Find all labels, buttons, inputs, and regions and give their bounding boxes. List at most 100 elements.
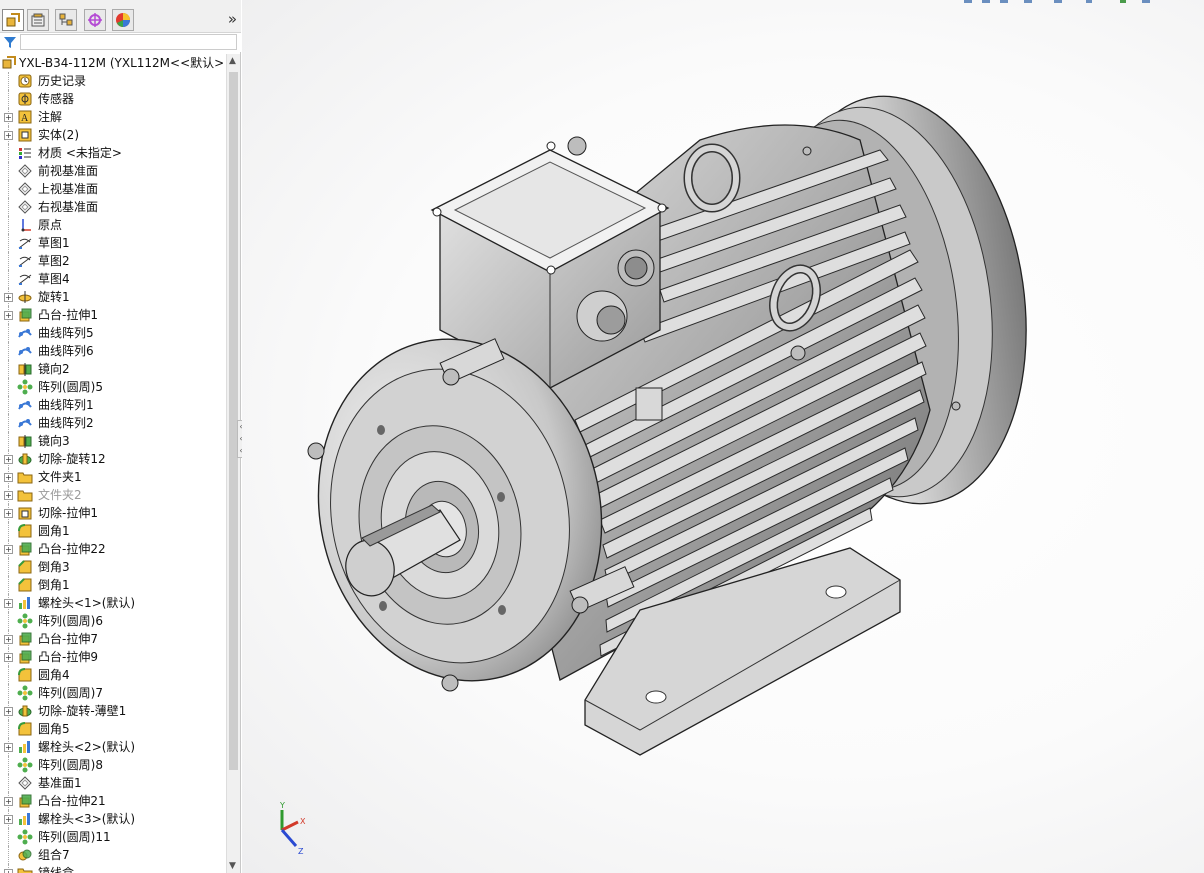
expand-toggle-icon[interactable]: +	[4, 473, 13, 482]
tree-item[interactable]: + 旋转1	[0, 288, 226, 306]
reference-triad: Y X Z	[279, 801, 306, 856]
tree-item[interactable]: 历史记录	[0, 72, 226, 90]
tree-item[interactable]: + 凸台-拉伸7	[0, 630, 226, 648]
tree-item[interactable]: 草图1	[0, 234, 226, 252]
tree-item[interactable]: + A 注解	[0, 108, 226, 126]
expand-toggle-icon[interactable]: +	[4, 311, 13, 320]
display-manager-tab[interactable]	[112, 9, 134, 31]
expand-toggle-icon[interactable]: +	[4, 635, 13, 644]
tree-item[interactable]: 镜向2	[0, 360, 226, 378]
tree-line	[8, 414, 9, 432]
sketch-icon	[18, 238, 32, 249]
tree-item-label: 实体(2)	[38, 128, 79, 142]
tree-item[interactable]: 圆角4	[0, 666, 226, 684]
tree-item[interactable]: 原点	[0, 216, 226, 234]
tree-filter-input[interactable]	[20, 34, 237, 50]
tree-item-label: 曲线阵列1	[38, 398, 94, 412]
expand-toggle-icon[interactable]: +	[4, 743, 13, 752]
expand-toggle-icon[interactable]: +	[4, 653, 13, 662]
tree-scrollbar[interactable]: ▲ ▼	[226, 54, 240, 873]
expand-toggle-icon[interactable]: +	[4, 113, 13, 122]
tree-item-label: 注解	[38, 110, 63, 124]
expand-toggle-icon[interactable]: +	[4, 509, 13, 518]
motor-model[interactable]	[242, 0, 1204, 873]
expand-toggle-icon[interactable]: +	[4, 815, 13, 824]
graphics-area[interactable]: Y X Z	[242, 0, 1204, 873]
expand-toggle-icon[interactable]: +	[4, 131, 13, 140]
tree-item[interactable]: + 切除-旋转12	[0, 450, 226, 468]
tree-item[interactable]: 上视基准面	[0, 180, 226, 198]
chamfer-icon	[18, 560, 32, 574]
property-manager-icon	[31, 13, 45, 27]
folder-icon	[17, 490, 33, 502]
more-tabs-button[interactable]: »	[228, 10, 237, 28]
tree-item-label: 镜向2	[38, 362, 70, 376]
tree-line	[8, 180, 9, 198]
tree-item[interactable]: 基准面1	[0, 774, 226, 792]
tree-item[interactable]: + 切除-旋转-薄壁1	[0, 702, 226, 720]
tree-item[interactable]: 圆角5	[0, 720, 226, 738]
tree-item[interactable]: 材质 <未指定>	[0, 144, 226, 162]
tree-item[interactable]: 组合7	[0, 846, 226, 864]
display-manager-icon	[116, 13, 130, 27]
tree-item[interactable]: + 实体(2)	[0, 126, 226, 144]
tree-item[interactable]: 阵列(圆周)11	[0, 828, 226, 846]
expand-toggle-icon[interactable]: +	[4, 869, 13, 873]
plane-icon	[18, 182, 32, 196]
expand-toggle-icon[interactable]: +	[4, 545, 13, 554]
filter-icon[interactable]	[3, 35, 17, 49]
tree-item[interactable]: + 螺栓头<2>(默认)	[0, 738, 226, 756]
expand-toggle-icon[interactable]: +	[4, 293, 13, 302]
tree-item[interactable]: 草图2	[0, 252, 226, 270]
tree-item-label: 圆角5	[38, 722, 70, 736]
tree-item-label: 凸台-拉伸7	[38, 632, 98, 646]
triad-x-axis	[281, 820, 299, 832]
tree-item[interactable]: + 螺栓头<1>(默认)	[0, 594, 226, 612]
feature-manager-tab[interactable]	[2, 9, 24, 31]
tree-item-label: 曲线阵列2	[38, 416, 94, 430]
tree-item[interactable]: 右视基准面	[0, 198, 226, 216]
configuration-manager-tab[interactable]	[55, 9, 77, 31]
tree-line	[8, 342, 9, 360]
extrude-icon	[19, 308, 32, 322]
tree-item[interactable]: 阵列(圆周)5	[0, 378, 226, 396]
tree-item[interactable]: 倒角1	[0, 576, 226, 594]
scroll-up-icon[interactable]: ▲	[229, 56, 236, 66]
tree-item[interactable]: 曲线阵列5	[0, 324, 226, 342]
tree-item[interactable]: 曲线阵列2	[0, 414, 226, 432]
tree-item[interactable]: + 切除-拉伸1	[0, 504, 226, 522]
tree-item[interactable]: + 镜线盒	[0, 864, 226, 873]
dimxpert-tab[interactable]	[84, 9, 106, 31]
tree-item[interactable]: + 文件夹2	[0, 486, 226, 504]
expand-toggle-icon[interactable]: +	[4, 797, 13, 806]
tree-item[interactable]: 镜向3	[0, 432, 226, 450]
tree-item[interactable]: + 凸台-拉伸22	[0, 540, 226, 558]
tree-line	[8, 360, 9, 378]
tree-item[interactable]: 圆角1	[0, 522, 226, 540]
tree-item[interactable]: + 凸台-拉伸21	[0, 792, 226, 810]
tree-item[interactable]: 阵列(圆周)8	[0, 756, 226, 774]
tree-item[interactable]: 阵列(圆周)7	[0, 684, 226, 702]
scroll-down-icon[interactable]: ▼	[229, 861, 236, 871]
tree-item-label: 切除-旋转12	[38, 452, 106, 466]
plane-icon	[18, 776, 32, 790]
expand-toggle-icon[interactable]: +	[4, 455, 13, 464]
tree-item[interactable]: + 凸台-拉伸9	[0, 648, 226, 666]
property-manager-tab[interactable]	[27, 9, 49, 31]
tree-item[interactable]: 曲线阵列6	[0, 342, 226, 360]
tree-item[interactable]: 阵列(圆周)6	[0, 612, 226, 630]
tree-item[interactable]: 草图4	[0, 270, 226, 288]
tree-item[interactable]: 倒角3	[0, 558, 226, 576]
tree-item[interactable]: 前视基准面	[0, 162, 226, 180]
tree-item[interactable]: 传感器	[0, 90, 226, 108]
tree-item[interactable]: 曲线阵列1	[0, 396, 226, 414]
tree-line	[8, 846, 9, 864]
tree-item[interactable]: + 文件夹1	[0, 468, 226, 486]
tree-item[interactable]: + 螺栓头<3>(默认)	[0, 810, 226, 828]
expand-toggle-icon[interactable]: +	[4, 491, 13, 500]
tree-item-label: 原点	[38, 218, 63, 232]
expand-toggle-icon[interactable]: +	[4, 707, 13, 716]
tree-root-part[interactable]: YXL-B34-112M (YXL112M<<默认>	[0, 54, 226, 72]
expand-toggle-icon[interactable]: +	[4, 599, 13, 608]
tree-item[interactable]: + 凸台-拉伸1	[0, 306, 226, 324]
